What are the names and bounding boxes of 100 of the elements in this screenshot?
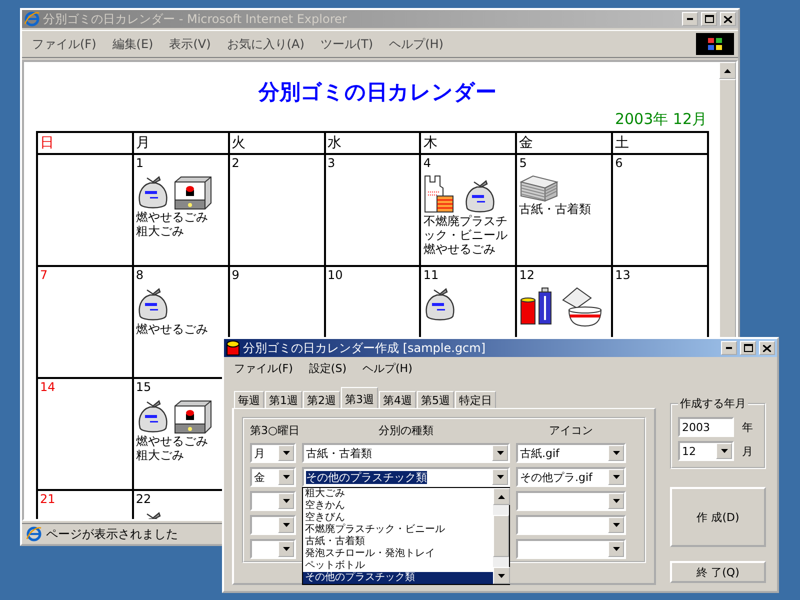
window-title: 分別ゴミの日カレンダー作成 [sample.gcm] (243, 340, 487, 356)
dropdown-option[interactable]: 不燃廃プラスチック・ビニール (303, 524, 493, 536)
garbage-type-label: 古紙・古着類 (519, 202, 592, 216)
tab[interactable]: 特定日 (455, 391, 496, 408)
garbage-bag-icon (463, 178, 498, 214)
weekday-header: 水 (324, 132, 420, 154)
weekday-dropdown[interactable]: 金 (250, 467, 296, 487)
dropdown-button[interactable] (278, 469, 294, 485)
column-header: アイコン (548, 423, 594, 439)
dropdown-option[interactable]: 古紙・古着類 (303, 536, 493, 548)
dropdown-button[interactable] (608, 469, 624, 485)
caret-icon (612, 523, 620, 527)
group-title: 作成する年月 (679, 396, 747, 411)
garbage-type-label: 不燃廃プラスチック・ビニール (423, 214, 508, 242)
menu-item[interactable]: ヘルプ(H) (356, 359, 418, 378)
maximize-button[interactable] (740, 341, 756, 355)
weekday-dropdown[interactable]: 月 (250, 443, 296, 463)
day-number: 1 (136, 156, 144, 170)
scroll-thumb[interactable] (493, 515, 509, 557)
weekday-header: 木 (420, 132, 516, 154)
icon-file-dropdown[interactable]: 古紙.gif (516, 443, 626, 463)
menu-item[interactable]: 設定(S) (302, 359, 352, 378)
newspaper-stack-icon (519, 174, 560, 202)
weekday-header: 日 (37, 132, 133, 154)
dropdown-button[interactable] (492, 469, 508, 485)
dropdown-button[interactable] (608, 493, 624, 509)
scroll-up-button[interactable] (493, 488, 510, 505)
close-button[interactable] (759, 341, 775, 355)
menu-item[interactable]: 編集(E) (106, 34, 160, 54)
day-number: 9 (232, 268, 240, 282)
year-unit-label: 年 (742, 420, 753, 434)
dropdown-option[interactable]: その他のプラスチック類 (303, 572, 493, 584)
year-field[interactable]: 2003 (678, 417, 734, 437)
exit-button[interactable]: 終 了(Q) (670, 561, 766, 583)
cabinet-icon (174, 400, 212, 434)
tab[interactable]: 毎週 (234, 391, 264, 408)
menu-item[interactable]: ファイル(F) (228, 359, 299, 378)
tab[interactable]: 第5週 (417, 391, 454, 408)
caret-icon (282, 499, 290, 503)
day-number: 5 (519, 156, 528, 170)
caret-icon (720, 449, 728, 453)
caret-icon (282, 523, 290, 527)
month-dropdown[interactable]: 12 (678, 441, 734, 461)
menu-item[interactable]: 表示(V) (163, 34, 217, 54)
menu-item[interactable]: お気に入り(A) (220, 34, 310, 54)
garbage-type-dropdown[interactable]: 古紙・古着類 (302, 443, 510, 463)
weekday-header: 火 (228, 132, 325, 154)
day-number: 22 (136, 492, 152, 506)
caret-icon (282, 451, 290, 455)
menu-item[interactable]: ヘルプ(H) (383, 34, 450, 54)
create-button[interactable]: 作 成(D) (670, 487, 766, 547)
garbage-bag-icon (136, 174, 170, 210)
dropdown-button[interactable] (492, 445, 508, 461)
day-number: 15 (136, 380, 152, 394)
dropdown-button[interactable] (608, 541, 624, 557)
garbage-type-dropdown[interactable]: その他のプラスチック類 (302, 467, 510, 487)
menu-item[interactable]: ツール(T) (314, 34, 380, 54)
garbage-type-label: 燃やせるごみ (136, 322, 209, 336)
icon-file-dropdown[interactable]: その他プラ.gif (516, 467, 626, 487)
trash-can-icon (226, 340, 240, 356)
dropdown-button[interactable] (608, 445, 624, 461)
window-title: 分別ゴミの日カレンダー - Microsoft Internet Explorer (43, 10, 348, 28)
dropdown-option[interactable]: 空きかん (303, 500, 493, 512)
tab[interactable]: 第3週 (341, 387, 378, 408)
tab[interactable]: 第1週 (265, 391, 302, 408)
minimize-button[interactable] (721, 341, 737, 355)
column-header: 分別の種類 (378, 423, 434, 439)
dropdown-button[interactable] (278, 541, 294, 557)
day-number: 6 (615, 156, 624, 170)
status-text: ページが表示されました (46, 526, 178, 542)
close-button[interactable] (720, 12, 736, 26)
dropdown-option[interactable]: ペットボトル (303, 560, 493, 572)
dropdown-button[interactable] (278, 445, 294, 461)
tab[interactable]: 第4週 (379, 391, 416, 408)
caret-icon (282, 475, 290, 479)
dropdown-button[interactable] (278, 493, 294, 509)
weekday-header: 月 (132, 132, 229, 154)
caret-icon (496, 451, 504, 455)
day-number: 2 (232, 156, 240, 170)
caret-icon (612, 475, 620, 479)
calendar-heading: 分別ゴミの日カレンダー (257, 79, 498, 106)
maximize-icon (744, 344, 752, 352)
caret-icon (498, 574, 505, 578)
minimize-icon (687, 18, 693, 20)
maximize-button[interactable] (701, 12, 717, 26)
list-scrollbar[interactable] (493, 488, 509, 584)
close-icon (724, 16, 732, 22)
dropdown-option[interactable]: 粗大ごみ (303, 488, 493, 500)
caret-icon (612, 451, 620, 455)
dropdown-button[interactable] (716, 443, 732, 459)
menu-item[interactable]: ファイル(F) (26, 34, 102, 54)
dropdown-option[interactable]: 空きびん (303, 512, 493, 524)
tab[interactable]: 第2週 (303, 391, 340, 408)
dropdown-option[interactable]: 発泡スチロール・発泡トレイ (303, 548, 493, 560)
dropdown-button[interactable] (278, 517, 294, 533)
minimize-button[interactable] (682, 12, 698, 26)
scroll-up-button[interactable] (719, 62, 736, 79)
scroll-down-button[interactable] (493, 567, 510, 584)
dropdown-button[interactable] (608, 517, 624, 533)
weekday-header: 土 (612, 132, 708, 154)
